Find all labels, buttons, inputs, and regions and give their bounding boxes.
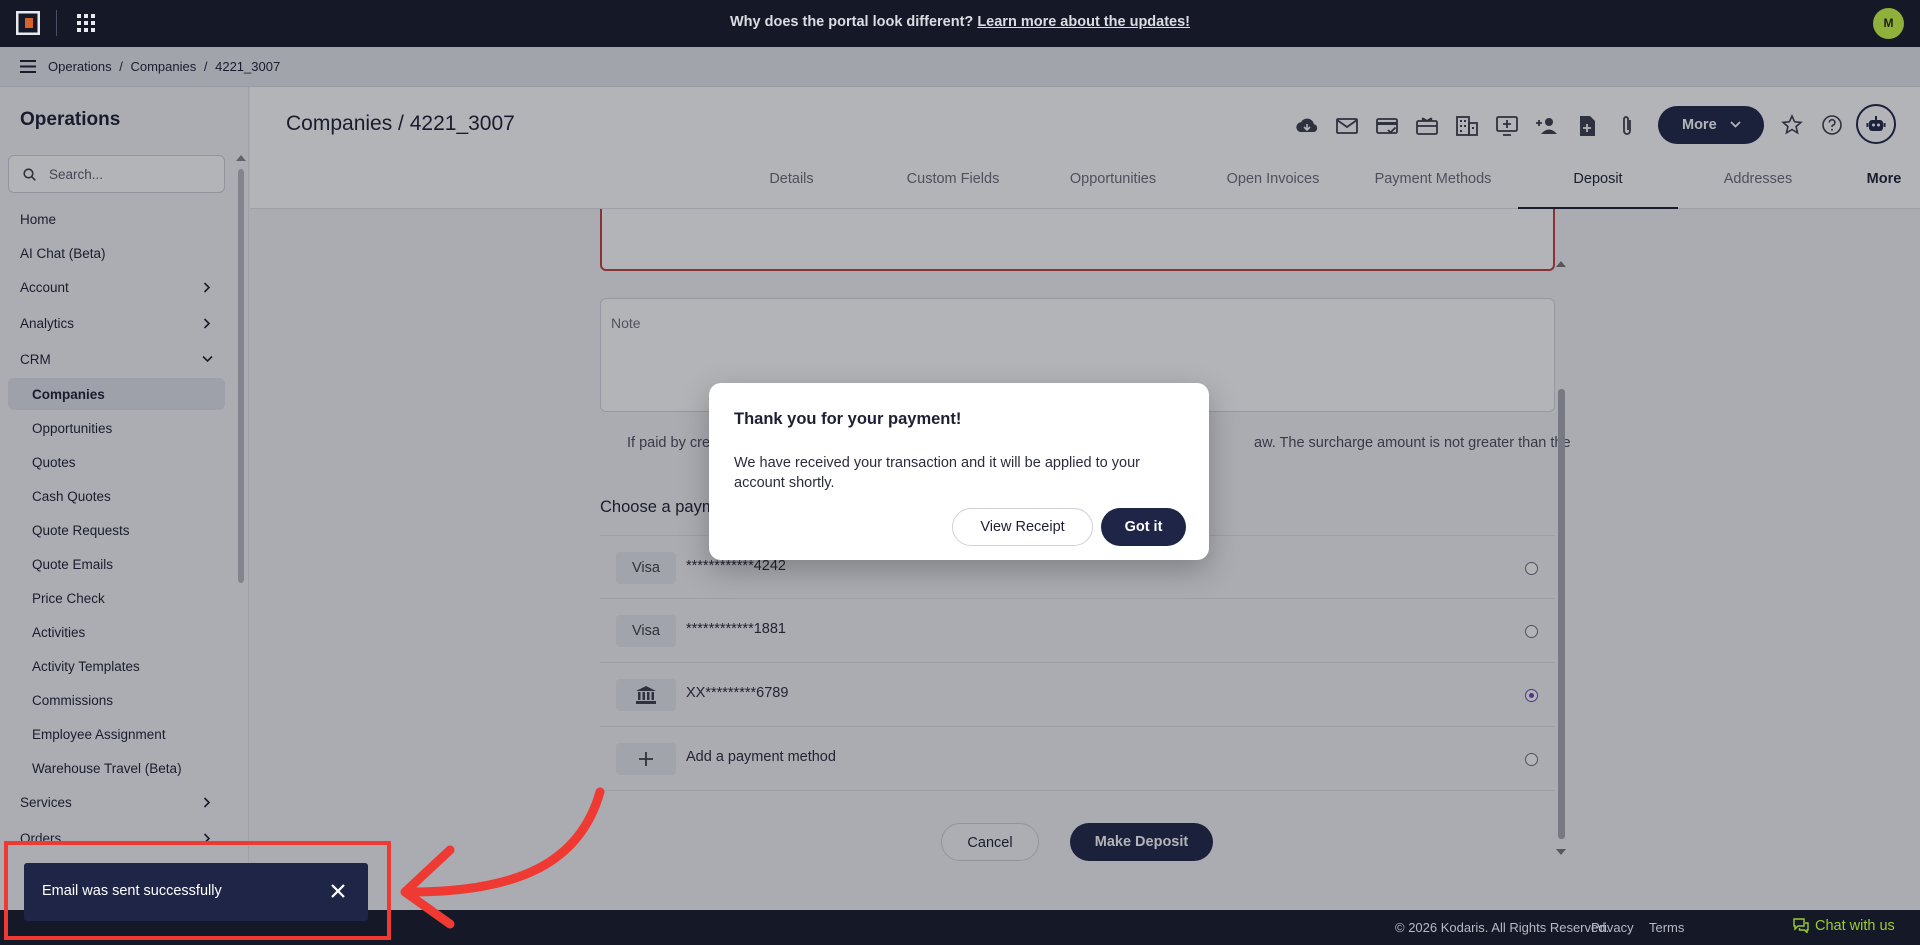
dialog-message: We have received your transaction and it…	[734, 455, 1140, 491]
terms-link[interactable]: Terms	[1649, 920, 1684, 935]
chat-icon	[1793, 918, 1809, 935]
chat-with-us-button[interactable]: Chat with us	[1793, 918, 1895, 935]
dialog-title: Thank you for your payment!	[734, 410, 962, 428]
announcement-link[interactable]: Learn more about the updates!	[977, 14, 1190, 30]
payment-success-dialog: Thank you for your payment! We have rece…	[709, 383, 1209, 560]
view-receipt-button[interactable]: View Receipt	[952, 508, 1093, 546]
top-bar: Why does the portal look different? Lear…	[0, 0, 1920, 47]
chat-label: Chat with us	[1815, 918, 1895, 934]
annotation-arrow	[400, 787, 605, 929]
privacy-link[interactable]: Privacy	[1591, 920, 1634, 935]
announcement: Why does the portal look different? Lear…	[0, 14, 1920, 30]
announcement-text: Why does the portal look different?	[729, 14, 974, 30]
got-it-button[interactable]: Got it	[1101, 508, 1186, 546]
user-avatar[interactable]: M	[1873, 8, 1904, 39]
highlight-box	[4, 841, 391, 940]
copyright: © 2026 Kodaris. All Rights Reserved.	[1395, 920, 1610, 935]
